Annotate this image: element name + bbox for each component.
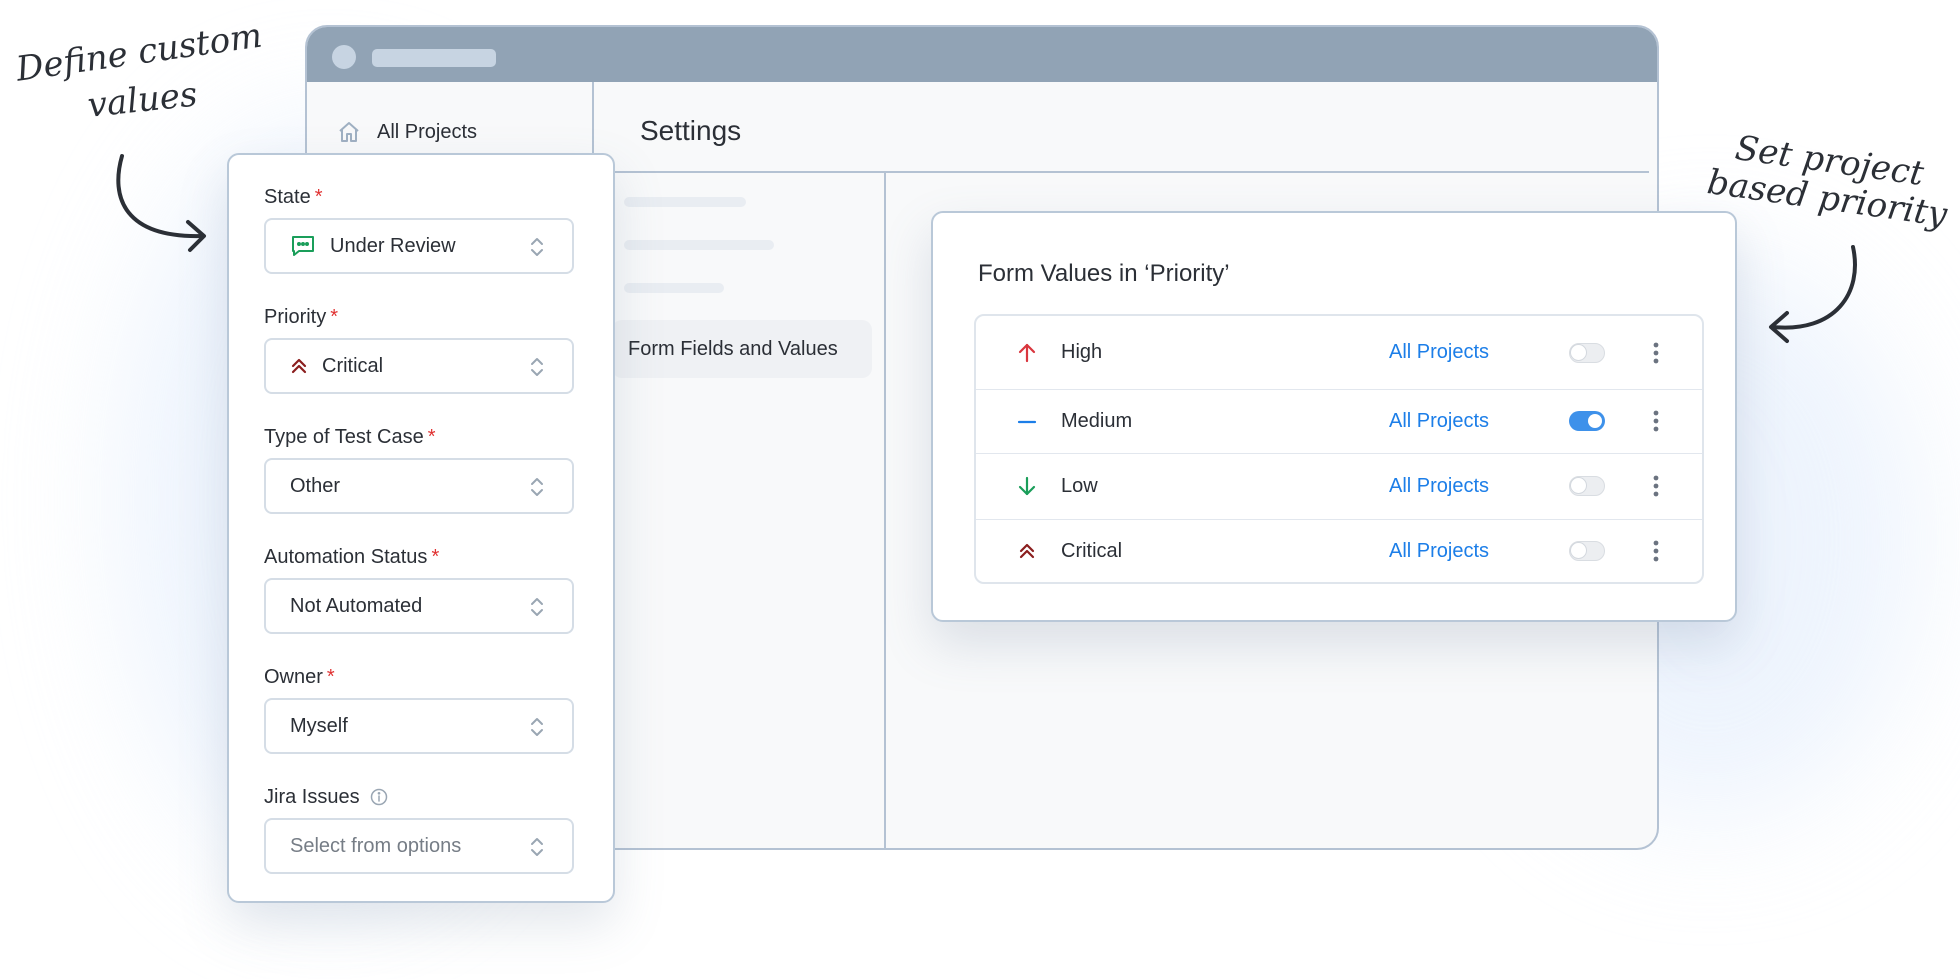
priority-select[interactable]: Critical xyxy=(264,338,574,394)
double-chevron-up-icon xyxy=(290,356,308,376)
priority-name: Medium xyxy=(1061,409,1133,432)
updown-chevron-icon xyxy=(530,835,544,865)
required-marker: * xyxy=(314,185,323,208)
sidebar-item-label: All Projects xyxy=(377,120,478,143)
updown-chevron-icon xyxy=(530,355,544,385)
test-case-form: State* Under Review Priority* Critical xyxy=(227,153,615,903)
priority-row-critical: Critical All Projects xyxy=(976,519,1702,582)
window-titlebar xyxy=(307,27,1657,82)
menu-item-form-fields[interactable]: Form Fields and Values xyxy=(612,320,872,378)
panel-divider xyxy=(884,173,886,848)
field-label: State xyxy=(264,185,311,208)
annotation-left-line1: Define custom xyxy=(13,15,265,90)
scope-link[interactable]: All Projects xyxy=(1389,475,1489,498)
home-icon xyxy=(337,120,361,144)
updown-chevron-icon xyxy=(530,715,544,745)
field-label: Automation Status xyxy=(264,545,428,568)
automation-status-field: Automation Status * Not Automated xyxy=(264,544,574,634)
required-marker: * xyxy=(326,665,335,688)
updown-chevron-icon xyxy=(530,235,544,265)
more-options-icon[interactable] xyxy=(1653,540,1659,562)
dash-icon xyxy=(1016,410,1038,432)
priority-table: High All Projects Medium All Projects Lo xyxy=(974,314,1704,584)
annotation-arrow-right-icon xyxy=(1769,245,1857,343)
field-label: Type of Test Case xyxy=(264,425,424,448)
select-value: Other xyxy=(290,474,341,497)
priority-field: Priority * Critical xyxy=(264,304,574,394)
field-label: Jira Issues xyxy=(264,785,360,808)
enabled-toggle[interactable] xyxy=(1569,541,1605,561)
test-case-type-select[interactable]: Other xyxy=(264,458,574,514)
priority-row-low: Low All Projects xyxy=(976,453,1702,520)
menu-skeleton-1 xyxy=(624,197,746,207)
select-value: Critical xyxy=(322,354,384,377)
state-field: State * Under Review xyxy=(264,184,574,274)
panel-title: Form Values in ‘Priority’ xyxy=(978,260,1230,287)
sidebar-item-all-projects[interactable]: All Projects xyxy=(337,120,477,144)
header-divider xyxy=(594,171,1649,173)
test-case-type-field: Type of Test Case * Other xyxy=(264,424,574,514)
double-chevron-up-icon xyxy=(1016,540,1038,562)
priority-name: Critical xyxy=(1061,539,1123,562)
jira-issues-field: Jira Issues Select from options xyxy=(264,784,574,874)
jira-issues-select[interactable]: Select from options xyxy=(264,818,574,874)
owner-select[interactable]: Myself xyxy=(264,698,574,754)
priority-row-medium: Medium All Projects xyxy=(976,389,1702,454)
more-options-icon[interactable] xyxy=(1653,410,1659,432)
menu-skeleton-2 xyxy=(624,240,774,250)
field-label: Owner xyxy=(264,665,323,688)
priority-values-panel: Form Values in ‘Priority’ High All Proje… xyxy=(931,211,1737,622)
enabled-toggle[interactable] xyxy=(1569,476,1605,496)
scope-link[interactable]: All Projects xyxy=(1389,540,1489,563)
priority-name: Low xyxy=(1061,474,1098,497)
updown-chevron-icon xyxy=(530,595,544,625)
annotation-arrow-left-icon xyxy=(116,154,206,252)
info-icon[interactable] xyxy=(370,788,388,806)
priority-row-high: High All Projects xyxy=(976,316,1702,390)
state-select[interactable]: Under Review xyxy=(264,218,574,274)
comment-icon xyxy=(290,234,316,258)
enabled-toggle[interactable] xyxy=(1569,342,1605,363)
more-options-icon[interactable] xyxy=(1653,475,1659,497)
page-title: Settings xyxy=(640,115,742,146)
window-control-dot[interactable] xyxy=(332,45,356,69)
required-marker: * xyxy=(330,305,339,328)
updown-chevron-icon xyxy=(530,475,544,505)
menu-skeleton-3 xyxy=(624,283,724,293)
select-value: Myself xyxy=(290,714,348,737)
enabled-toggle[interactable] xyxy=(1569,411,1605,431)
required-marker: * xyxy=(431,545,440,568)
select-value: Under Review xyxy=(330,234,456,257)
annotation-left-line2: values xyxy=(85,74,200,126)
more-options-icon[interactable] xyxy=(1653,342,1659,364)
arrow-down-icon xyxy=(1016,475,1038,497)
select-placeholder: Select from options xyxy=(290,834,462,857)
select-value: Not Automated xyxy=(290,594,423,617)
arrow-up-icon xyxy=(1016,342,1038,364)
scope-link[interactable]: All Projects xyxy=(1389,410,1489,433)
field-label: Priority xyxy=(264,305,327,328)
automation-status-select[interactable]: Not Automated xyxy=(264,578,574,634)
scope-link[interactable]: All Projects xyxy=(1389,341,1489,364)
owner-field: Owner * Myself xyxy=(264,664,574,754)
priority-name: High xyxy=(1061,341,1103,363)
window-title-placeholder xyxy=(372,49,496,67)
required-marker: * xyxy=(427,425,436,448)
